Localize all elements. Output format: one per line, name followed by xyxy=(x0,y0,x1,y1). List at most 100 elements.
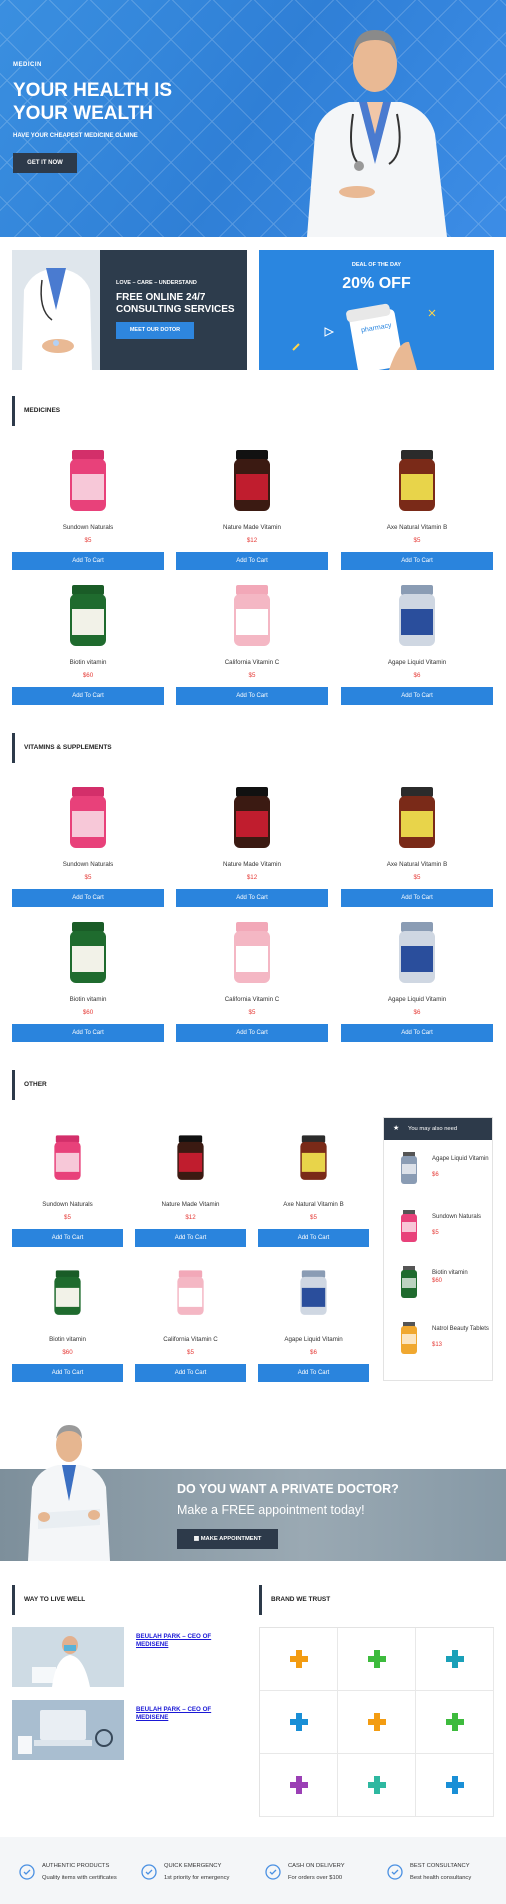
sidebar-product-name[interactable]: Sundown Naturals xyxy=(432,1214,490,1221)
pink-pill-bottle-image[interactable] xyxy=(176,912,328,994)
product-card[interactable]: Axe Natural Vitamin B $5 Add To Cart xyxy=(258,1117,369,1247)
sidebar-product[interactable]: Agape Liquid Vitamin $6 xyxy=(394,1150,489,1190)
sidebar-product-name[interactable]: Agape Liquid Vitamin xyxy=(432,1156,490,1163)
product-name[interactable]: Nature Made Vitamin xyxy=(176,524,328,534)
add-to-cart-button[interactable]: Add To Cart xyxy=(135,1364,246,1382)
add-to-cart-button[interactable]: Add To Cart xyxy=(12,1229,123,1247)
product-name[interactable]: Axe Natural Vitamin B xyxy=(341,861,493,871)
product-name[interactable]: Axe Natural Vitamin B xyxy=(258,1201,369,1211)
amber-pill-bottle-image[interactable] xyxy=(341,440,493,522)
amber-pill-bottle-image[interactable] xyxy=(341,777,493,859)
green-pill-bottle-image[interactable] xyxy=(12,912,164,994)
product-name[interactable]: California Vitamin C xyxy=(176,996,328,1006)
green-pill-bottle-image[interactable] xyxy=(12,1252,123,1334)
product-name[interactable]: Sundown Naturals xyxy=(12,524,164,534)
product-card[interactable]: California Vitamin C $5 Add To Cart xyxy=(135,1252,246,1382)
add-to-cart-button[interactable]: Add To Cart xyxy=(258,1364,369,1382)
add-to-cart-button[interactable]: Add To Cart xyxy=(12,1024,164,1042)
pink-pill-bottle-image[interactable] xyxy=(176,575,328,657)
blue-pill-bottle-image[interactable] xyxy=(341,575,493,657)
product-card[interactable]: Biotin vitamin $60 Add To Cart xyxy=(12,575,164,705)
blue-pill-bottle-image[interactable] xyxy=(341,912,493,994)
add-to-cart-button[interactable]: Add To Cart xyxy=(258,1229,369,1247)
amber-pill-bottle-image[interactable] xyxy=(258,1117,369,1199)
add-to-cart-button[interactable]: Add To Cart xyxy=(12,889,164,907)
pink-gummy-jar-image[interactable] xyxy=(12,777,164,859)
blue-pill-bottle-image[interactable] xyxy=(258,1252,369,1334)
pink-gummy-jar-image[interactable] xyxy=(12,440,164,522)
brand-logo[interactable] xyxy=(260,1628,338,1691)
product-name[interactable]: Agape Liquid Vitamin xyxy=(258,1336,369,1346)
blog-image-doctor[interactable] xyxy=(12,1627,124,1687)
brand-logo[interactable] xyxy=(416,1628,494,1691)
product-card[interactable]: Agape Liquid Vitamin $6 Add To Cart xyxy=(341,575,493,705)
green-pill-bottle-image[interactable] xyxy=(12,575,164,657)
add-to-cart-button[interactable]: Add To Cart xyxy=(135,1229,246,1247)
product-card[interactable]: Agape Liquid Vitamin $6 Add To Cart xyxy=(258,1252,369,1382)
product-card[interactable]: Sundown Naturals $5 Add To Cart xyxy=(12,777,164,907)
product-name[interactable]: Agape Liquid Vitamin xyxy=(341,659,493,669)
sidebar-product-image[interactable] xyxy=(394,1264,424,1300)
product-card[interactable]: Nature Made Vitamin $12 Add To Cart xyxy=(176,440,328,570)
add-to-cart-button[interactable]: Add To Cart xyxy=(12,1364,123,1382)
product-name[interactable]: Biotin vitamin xyxy=(12,996,164,1006)
product-card[interactable]: Nature Made Vitamin $12 Add To Cart xyxy=(135,1117,246,1247)
blog-post-title[interactable]: BEULAH PARK – CEO OF MEDISENE xyxy=(136,1706,236,1722)
sidebar-product-name[interactable]: Biotin vitamin xyxy=(432,1270,490,1277)
product-card[interactable]: California Vitamin C $5 Add To Cart xyxy=(176,912,328,1042)
pink-gummy-jar-image[interactable] xyxy=(12,1117,123,1199)
meet-doctor-button[interactable]: MEET OUR DOTOR xyxy=(116,322,194,339)
dark-syrup-bottle-image[interactable] xyxy=(135,1117,246,1199)
product-card[interactable]: Biotin vitamin $60 Add To Cart xyxy=(12,1252,123,1382)
product-name[interactable]: California Vitamin C xyxy=(135,1336,246,1346)
product-name[interactable]: California Vitamin C xyxy=(176,659,328,669)
product-card[interactable]: California Vitamin C $5 Add To Cart xyxy=(176,575,328,705)
add-to-cart-button[interactable]: Add To Cart xyxy=(341,687,493,705)
product-card[interactable]: Axe Natural Vitamin B $5 Add To Cart xyxy=(341,777,493,907)
make-appointment-button[interactable]: ▦ MAKE APPOINTMENT xyxy=(177,1529,278,1549)
dark-syrup-bottle-image[interactable] xyxy=(176,777,328,859)
add-to-cart-button[interactable]: Add To Cart xyxy=(12,552,164,570)
get-it-now-button[interactable]: GET IT NOW xyxy=(13,153,77,173)
product-name[interactable]: Sundown Naturals xyxy=(12,861,164,871)
blog-image-laptop[interactable] xyxy=(12,1700,124,1760)
product-card[interactable]: Sundown Naturals $5 Add To Cart xyxy=(12,440,164,570)
product-name[interactable]: Nature Made Vitamin xyxy=(176,861,328,871)
product-card[interactable]: Agape Liquid Vitamin $6 Add To Cart xyxy=(341,912,493,1042)
product-card[interactable]: Axe Natural Vitamin B $5 Add To Cart xyxy=(341,440,493,570)
product-card[interactable]: Nature Made Vitamin $12 Add To Cart xyxy=(176,777,328,907)
pink-pill-bottle-image[interactable] xyxy=(135,1252,246,1334)
sidebar-product[interactable]: Biotin vitamin $60 xyxy=(394,1264,489,1304)
sidebar-product-image[interactable] xyxy=(394,1150,424,1186)
add-to-cart-button[interactable]: Add To Cart xyxy=(341,552,493,570)
product-name[interactable]: Agape Liquid Vitamin xyxy=(341,996,493,1006)
add-to-cart-button[interactable]: Add To Cart xyxy=(176,687,328,705)
product-name[interactable]: Nature Made Vitamin xyxy=(135,1201,246,1211)
brand-logo[interactable] xyxy=(416,1691,494,1754)
product-name[interactable]: Axe Natural Vitamin B xyxy=(341,524,493,534)
brand-logo[interactable] xyxy=(338,1691,416,1754)
product-name[interactable]: Biotin vitamin xyxy=(12,1336,123,1346)
sidebar-product-image[interactable] xyxy=(394,1320,424,1356)
add-to-cart-button[interactable]: Add To Cart xyxy=(176,889,328,907)
sidebar-product[interactable]: Sundown Naturals $5 xyxy=(394,1208,489,1248)
add-to-cart-button[interactable]: Add To Cart xyxy=(341,1024,493,1042)
product-card[interactable]: Biotin vitamin $60 Add To Cart xyxy=(12,912,164,1042)
product-name[interactable]: Biotin vitamin xyxy=(12,659,164,669)
brand-logo[interactable] xyxy=(260,1691,338,1754)
add-to-cart-button[interactable]: Add To Cart xyxy=(12,687,164,705)
add-to-cart-button[interactable]: Add To Cart xyxy=(341,889,493,907)
product-card[interactable]: Sundown Naturals $5 Add To Cart xyxy=(12,1117,123,1247)
brand-logo[interactable] xyxy=(416,1754,494,1817)
add-to-cart-button[interactable]: Add To Cart xyxy=(176,552,328,570)
sidebar-product-image[interactable] xyxy=(394,1208,424,1244)
add-to-cart-button[interactable]: Add To Cart xyxy=(176,1024,328,1042)
brand-logo[interactable] xyxy=(338,1628,416,1691)
sidebar-product[interactable]: Natrol Beauty Tablets $13 xyxy=(394,1320,489,1360)
dark-syrup-bottle-image[interactable] xyxy=(176,440,328,522)
brand-logo[interactable] xyxy=(338,1754,416,1817)
sidebar-product-name[interactable]: Natrol Beauty Tablets xyxy=(432,1326,490,1333)
product-name[interactable]: Sundown Naturals xyxy=(12,1201,123,1211)
blog-post-title[interactable]: BEULAH PARK – CEO OF MEDISENE xyxy=(136,1633,236,1649)
brand-logo[interactable] xyxy=(260,1754,338,1817)
